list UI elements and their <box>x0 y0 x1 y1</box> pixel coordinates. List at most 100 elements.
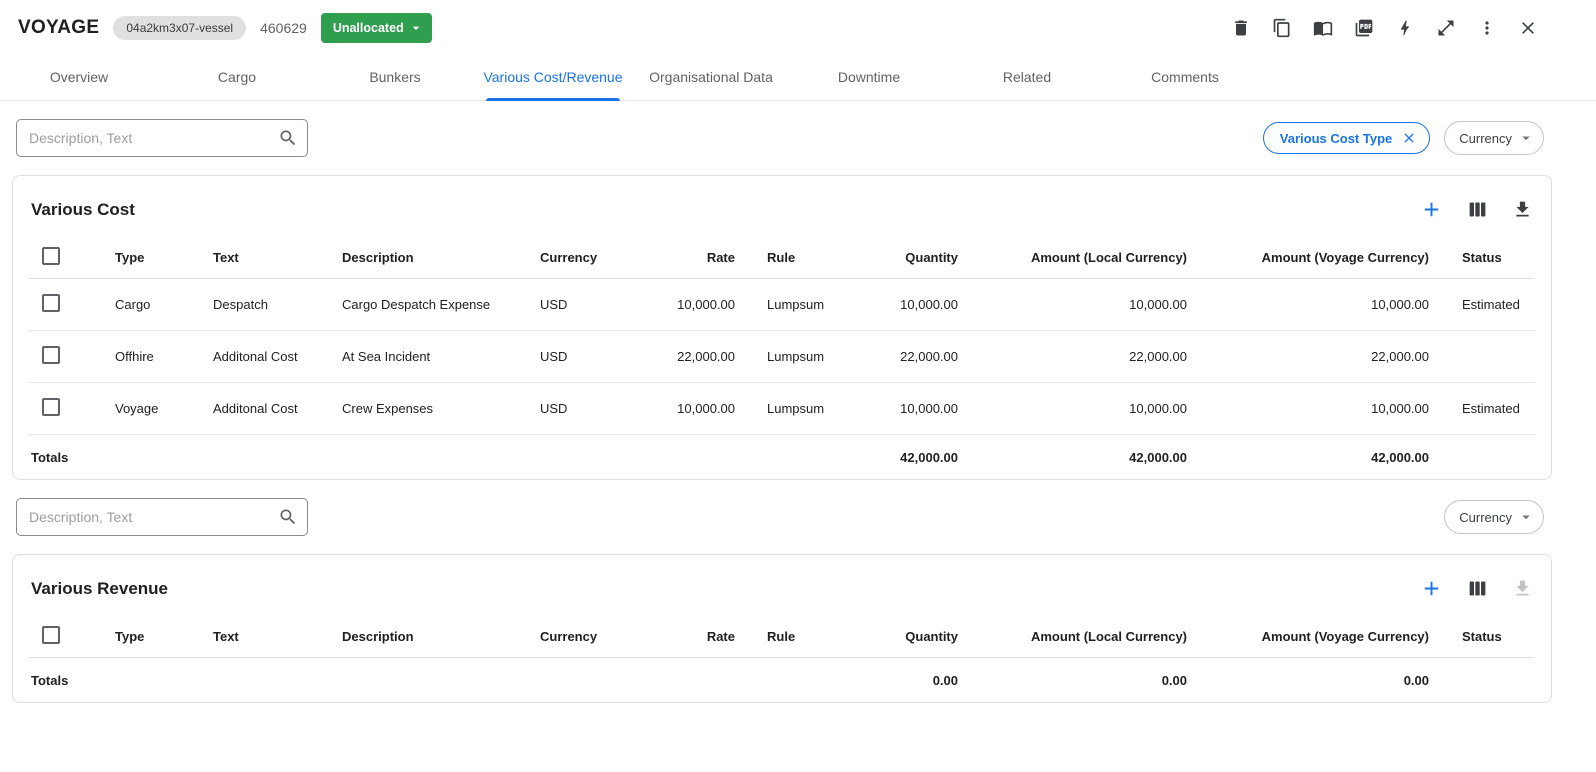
table-row[interactable]: Offhire Additonal Cost At Sea Incident U… <box>29 331 1535 383</box>
cell-quantity: 10,000.00 <box>860 401 958 416</box>
cell-text: Despatch <box>213 297 342 312</box>
cell-text: Additonal Cost <box>213 349 342 364</box>
various-cost-header: Various Cost <box>29 176 1535 237</box>
cell-status: Estimated <box>1429 401 1535 416</box>
header-left: VOYAGE 04a2km3x07-vessel 460629 Unalloca… <box>18 13 432 43</box>
select-all-checkbox[interactable] <box>42 247 60 265</box>
select-all-checkbox[interactable] <box>42 626 60 644</box>
delete-icon[interactable] <box>1229 16 1253 40</box>
header-checkbox-cell <box>29 626 115 647</box>
add-icon[interactable] <box>1420 577 1443 600</box>
various-cost-title: Various Cost <box>31 200 135 220</box>
cost-search-input[interactable] <box>16 119 308 157</box>
totals-amount-local: 0.00 <box>958 673 1187 688</box>
various-revenue-tools <box>1420 577 1533 600</box>
col-status: Status <box>1429 250 1535 265</box>
cell-amount-voyage: 10,000.00 <box>1187 401 1429 416</box>
col-type: Type <box>115 250 213 265</box>
checkbox-cell <box>29 294 115 315</box>
totals-label: Totals <box>29 450 213 465</box>
cell-amount-voyage: 10,000.00 <box>1187 297 1429 312</box>
cell-description: At Sea Incident <box>342 349 540 364</box>
various-revenue-header: Various Revenue <box>29 555 1535 616</box>
cell-description: Crew Expenses <box>342 401 540 416</box>
cell-amount-local: 10,000.00 <box>958 297 1187 312</box>
cell-rate: 10,000.00 <box>640 401 735 416</box>
col-rate: Rate <box>640 250 735 265</box>
header-actions <box>1229 16 1540 40</box>
cell-rule: Lumpsum <box>735 297 860 312</box>
bolt-icon[interactable] <box>1393 16 1417 40</box>
col-amount-local: Amount (Local Currency) <box>958 250 1187 265</box>
expand-icon[interactable] <box>1434 16 1458 40</box>
tab-cargo[interactable]: Cargo <box>158 56 316 100</box>
col-quantity: Quantity <box>860 629 958 644</box>
col-rate: Rate <box>640 629 735 644</box>
chip-close-icon[interactable] <box>1401 130 1417 146</box>
revenue-currency-filter[interactable]: Currency <box>1444 500 1544 534</box>
cell-text: Additonal Cost <box>213 401 342 416</box>
col-rule: Rule <box>735 250 860 265</box>
page-title: VOYAGE <box>18 17 99 39</box>
vessel-tag-chip: 04a2km3x07-vessel <box>113 16 246 40</box>
cell-currency: USD <box>540 401 640 416</box>
download-icon[interactable] <box>1512 199 1533 220</box>
various-cost-type-chip[interactable]: Various Cost Type <box>1263 122 1430 154</box>
columns-icon[interactable] <box>1467 578 1488 599</box>
col-quantity: Quantity <box>860 250 958 265</box>
cost-search-box <box>16 119 308 157</box>
cell-amount-local: 22,000.00 <box>958 349 1187 364</box>
tab-comments[interactable]: Comments <box>1106 56 1264 100</box>
tab-organisational-data[interactable]: Organisational Data <box>632 56 790 100</box>
row-checkbox[interactable] <box>42 398 60 416</box>
allocation-status-button[interactable]: Unallocated <box>321 13 432 43</box>
tab-downtime[interactable]: Downtime <box>790 56 948 100</box>
table-row[interactable]: Cargo Despatch Cargo Despatch Expense US… <box>29 279 1535 331</box>
close-icon[interactable] <box>1516 16 1540 40</box>
cost-currency-filter[interactable]: Currency <box>1444 121 1544 155</box>
search-icon[interactable] <box>278 128 298 148</box>
row-checkbox[interactable] <box>42 294 60 312</box>
col-status: Status <box>1429 629 1535 644</box>
col-description: Description <box>342 629 540 644</box>
cell-amount-voyage: 22,000.00 <box>1187 349 1429 364</box>
col-amount-local: Amount (Local Currency) <box>958 629 1187 644</box>
chevron-down-icon <box>1517 129 1535 147</box>
add-icon[interactable] <box>1420 198 1443 221</box>
voyage-id: 460629 <box>260 20 307 36</box>
revenue-filter-row: Currency <box>0 480 1596 554</box>
chevron-down-icon <box>1517 508 1535 526</box>
cell-rate: 22,000.00 <box>640 349 735 364</box>
col-amount-voyage: Amount (Voyage Currency) <box>1187 629 1429 644</box>
more-icon[interactable] <box>1475 16 1499 40</box>
revenue-totals-row: Totals 0.00 0.00 0.00 <box>29 658 1535 702</box>
row-checkbox[interactable] <box>42 346 60 364</box>
search-icon[interactable] <box>278 507 298 527</box>
revenue-currency-filter-label: Currency <box>1459 510 1512 525</box>
table-row[interactable]: Voyage Additonal Cost Crew Expenses USD … <box>29 383 1535 435</box>
totals-amount-voyage: 0.00 <box>1187 673 1429 688</box>
app-header: VOYAGE 04a2km3x07-vessel 460629 Unalloca… <box>0 0 1596 56</box>
tab-related[interactable]: Related <box>948 56 1106 100</box>
tab-bunkers[interactable]: Bunkers <box>316 56 474 100</box>
copy-icon[interactable] <box>1270 16 1294 40</box>
cell-quantity: 10,000.00 <box>860 297 958 312</box>
cell-type: Offhire <box>115 349 213 364</box>
tab-various-cost-revenue[interactable]: Various Cost/Revenue <box>474 56 632 100</box>
pdf-icon[interactable] <box>1352 16 1376 40</box>
columns-icon[interactable] <box>1467 199 1488 220</box>
revenue-search-input[interactable] <box>16 498 308 536</box>
cost-currency-filter-label: Currency <box>1459 131 1512 146</box>
checkbox-cell <box>29 346 115 367</box>
cost-table-header-row: Type Text Description Currency Rate Rule… <box>29 237 1535 279</box>
tab-overview[interactable]: Overview <box>0 56 158 100</box>
header-checkbox-cell <box>29 247 115 268</box>
cell-rate: 10,000.00 <box>640 297 735 312</box>
col-text: Text <box>213 629 342 644</box>
allocation-status-label: Unallocated <box>333 21 404 35</box>
chevron-down-icon <box>408 20 424 36</box>
col-rule: Rule <box>735 629 860 644</box>
totals-amount-voyage: 42,000.00 <box>1187 450 1429 465</box>
book-icon[interactable] <box>1311 16 1335 40</box>
totals-quantity: 0.00 <box>860 673 958 688</box>
